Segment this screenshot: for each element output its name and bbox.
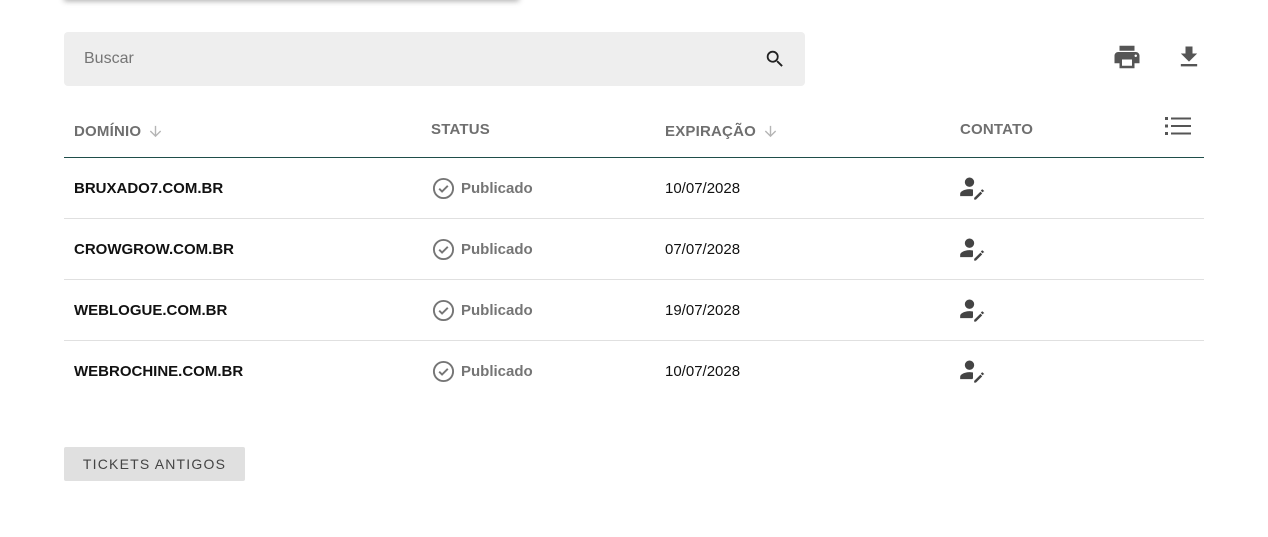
- search-box[interactable]: [64, 31, 805, 87]
- check-circle-icon: [432, 360, 455, 383]
- contact-cell: [959, 341, 987, 401]
- status-label: Publicado: [461, 301, 533, 319]
- list-icon[interactable]: [1164, 114, 1192, 138]
- status-label: Publicado: [461, 179, 533, 197]
- table-row[interactable]: WEBROCHINE.COM.BR Publicado 10/07/2028: [64, 341, 1204, 401]
- column-header-domain[interactable]: DOMÍNIO: [74, 123, 164, 140]
- person-edit-icon[interactable]: [959, 235, 987, 263]
- arrow-down-icon[interactable]: [762, 123, 779, 140]
- domain-cell[interactable]: BRUXADO7.COM.BR: [74, 158, 223, 218]
- search-input[interactable]: [64, 31, 763, 87]
- contact-cell: [959, 158, 987, 218]
- table-row[interactable]: WEBLOGUE.COM.BR Publicado 19/07/2028: [64, 280, 1204, 341]
- check-circle-icon: [432, 238, 455, 261]
- status-cell: Publicado: [432, 280, 533, 340]
- domain-cell[interactable]: WEBROCHINE.COM.BR: [74, 341, 243, 401]
- old-tickets-button[interactable]: TICKETS ANTIGOS: [64, 447, 245, 481]
- column-header-status-label: STATUS: [431, 121, 490, 138]
- column-header-expiration-label: EXPIRAÇÃO: [665, 123, 756, 140]
- column-header-expiration[interactable]: EXPIRAÇÃO: [665, 123, 779, 140]
- table-body: BRUXADO7.COM.BR Publicado 10/07/2028 CRO…: [64, 158, 1204, 401]
- domains-table: DOMÍNIO STATUS EXPIRAÇÃO CONTATO BRUXADO…: [64, 106, 1204, 401]
- expiration-cell: 19/07/2028: [665, 301, 741, 319]
- check-circle-icon: [432, 177, 455, 200]
- status-cell: Publicado: [432, 341, 533, 401]
- status-cell: Publicado: [432, 158, 533, 218]
- column-header-contact-label: CONTATO: [960, 121, 1034, 138]
- table-row[interactable]: BRUXADO7.COM.BR Publicado 10/07/2028: [64, 158, 1204, 219]
- expiration-cell: 10/07/2028: [665, 179, 741, 197]
- person-edit-icon[interactable]: [959, 174, 987, 202]
- expiration-cell: 07/07/2028: [665, 240, 741, 258]
- column-header-contact[interactable]: CONTATO: [960, 121, 1033, 138]
- download-icon[interactable]: [1174, 42, 1204, 72]
- domain-cell[interactable]: WEBLOGUE.COM.BR: [74, 280, 227, 340]
- check-circle-icon: [432, 299, 455, 322]
- contact-cell: [959, 219, 987, 279]
- domain-cell[interactable]: CROWGROW.COM.BR: [74, 219, 234, 279]
- person-edit-icon[interactable]: [959, 296, 987, 324]
- status-cell: Publicado: [432, 219, 533, 279]
- contact-cell: [959, 280, 987, 340]
- arrow-down-icon[interactable]: [147, 123, 164, 140]
- table-row[interactable]: CROWGROW.COM.BR Publicado 07/07/2028: [64, 219, 1204, 280]
- column-header-domain-label: DOMÍNIO: [74, 123, 142, 140]
- person-edit-icon[interactable]: [959, 357, 987, 385]
- table-header: DOMÍNIO STATUS EXPIRAÇÃO CONTATO: [64, 106, 1204, 158]
- print-icon[interactable]: [1112, 42, 1142, 72]
- search-icon[interactable]: [763, 47, 787, 71]
- status-label: Publicado: [461, 240, 533, 258]
- expiration-cell: 10/07/2028: [665, 362, 741, 380]
- column-header-status[interactable]: STATUS: [431, 121, 490, 138]
- status-label: Publicado: [461, 362, 533, 380]
